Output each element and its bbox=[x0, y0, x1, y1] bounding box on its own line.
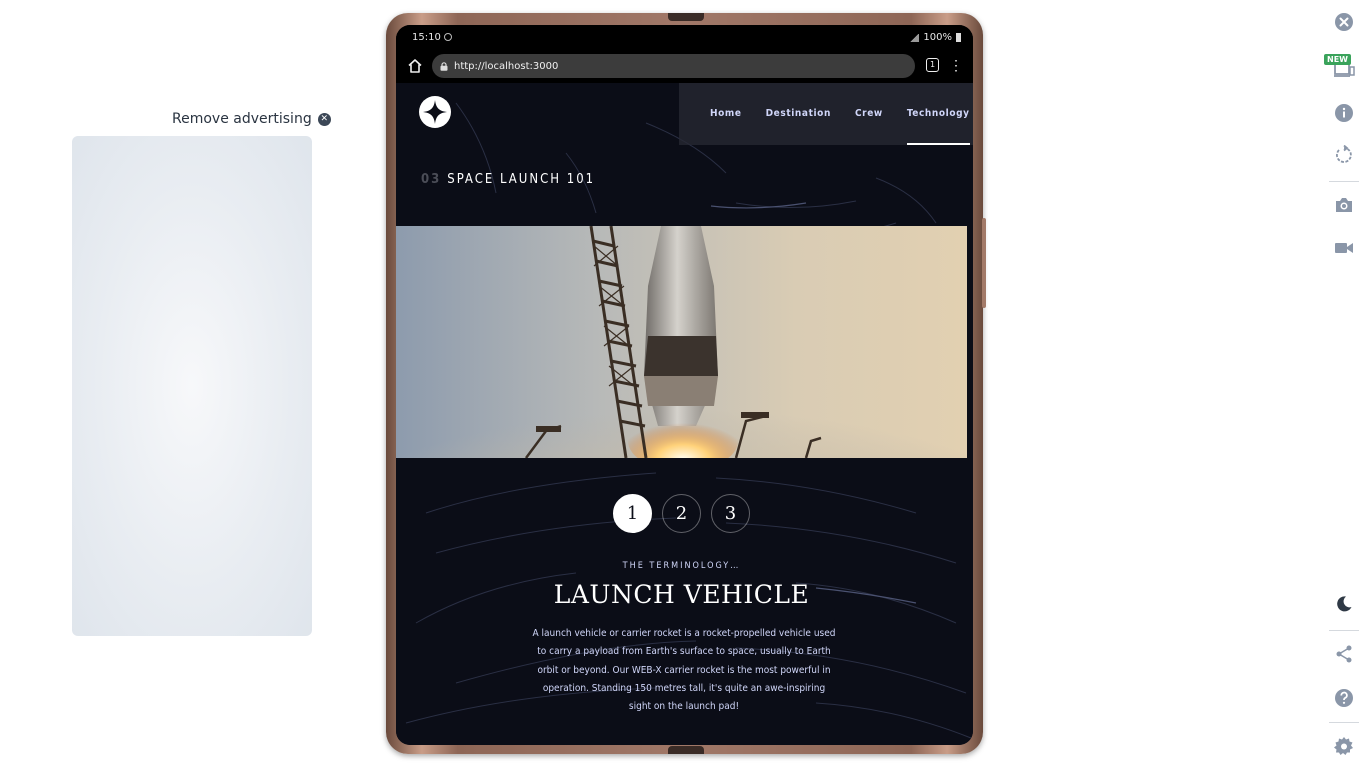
rotate-icon[interactable] bbox=[1329, 140, 1359, 170]
step-selector: 1 2 3 bbox=[396, 494, 973, 533]
close-circle-icon: ✕ bbox=[317, 112, 331, 126]
device-frame: 15:10 100% http://localhost:3000 1 ⋮ Hom… bbox=[386, 13, 986, 754]
device-screen: 15:10 100% http://localhost:3000 1 ⋮ Hom… bbox=[396, 25, 973, 745]
technology-description: A launch vehicle or carrier rocket is a … bbox=[532, 628, 836, 713]
lock-icon bbox=[440, 61, 448, 71]
toolbar-divider bbox=[1329, 181, 1359, 182]
browser-toolbar: http://localhost:3000 1 ⋮ bbox=[396, 49, 973, 83]
step-button-3[interactable]: 3 bbox=[711, 494, 750, 533]
info-icon[interactable] bbox=[1329, 98, 1359, 128]
help-icon[interactable] bbox=[1329, 683, 1359, 713]
url-text: http://localhost:3000 bbox=[454, 60, 559, 72]
step-button-1[interactable]: 1 bbox=[613, 494, 652, 533]
video-icon[interactable] bbox=[1329, 233, 1359, 263]
status-time-text: 15:10 bbox=[412, 32, 441, 43]
main-navigation: Home Destination Crew Technology bbox=[679, 83, 973, 145]
phone-status-bar: 15:10 100% bbox=[396, 25, 973, 49]
status-right: 100% bbox=[909, 32, 961, 43]
remove-advertising-link[interactable]: Remove advertising ✕ bbox=[172, 111, 331, 127]
device-hinge-top bbox=[668, 13, 704, 21]
device-hinge-bottom bbox=[668, 746, 704, 754]
close-icon[interactable] bbox=[1329, 7, 1359, 37]
camera-icon[interactable] bbox=[1329, 190, 1359, 220]
address-bar[interactable]: http://localhost:3000 bbox=[432, 54, 915, 78]
signal-icon bbox=[909, 33, 920, 42]
new-badge: NEW bbox=[1324, 54, 1351, 65]
ad-placeholder bbox=[72, 136, 312, 636]
nav-destination[interactable]: Destination bbox=[766, 83, 831, 145]
device-side-button bbox=[982, 218, 986, 308]
remove-advertising-label: Remove advertising bbox=[172, 111, 312, 127]
page-heading-number: 03 bbox=[421, 172, 442, 187]
dark-mode-icon[interactable] bbox=[1329, 589, 1359, 619]
terminology-subtitle: THE TERMINOLOGY… bbox=[622, 561, 741, 571]
toolbar-divider bbox=[1329, 630, 1359, 631]
battery-icon bbox=[956, 33, 961, 42]
step-button-2[interactable]: 2 bbox=[662, 494, 701, 533]
logo-icon[interactable] bbox=[419, 96, 451, 128]
battery-percent: 100% bbox=[923, 32, 952, 43]
nav-crew[interactable]: Crew bbox=[855, 83, 883, 145]
share-icon[interactable] bbox=[1329, 639, 1359, 669]
home-icon[interactable] bbox=[406, 57, 424, 75]
browser-menu-icon[interactable]: ⋮ bbox=[949, 57, 963, 73]
tab-switcher-button[interactable]: 1 bbox=[926, 58, 939, 72]
nav-home[interactable]: Home bbox=[710, 83, 742, 145]
spotify-icon bbox=[443, 33, 452, 41]
nav-technology[interactable]: Technology bbox=[906, 83, 970, 145]
launch-vehicle-image bbox=[396, 226, 967, 458]
page-heading: 03 SPACE LAUNCH 101 bbox=[421, 172, 595, 187]
technology-title: LAUNCH VEHICLE bbox=[553, 580, 810, 609]
status-time: 15:10 bbox=[412, 32, 452, 43]
page-heading-text: SPACE LAUNCH 101 bbox=[447, 172, 596, 187]
website: Home Destination Crew Technology 03 SPACE… bbox=[396, 83, 973, 745]
settings-icon[interactable] bbox=[1329, 731, 1359, 761]
toolbar-divider bbox=[1329, 722, 1359, 723]
